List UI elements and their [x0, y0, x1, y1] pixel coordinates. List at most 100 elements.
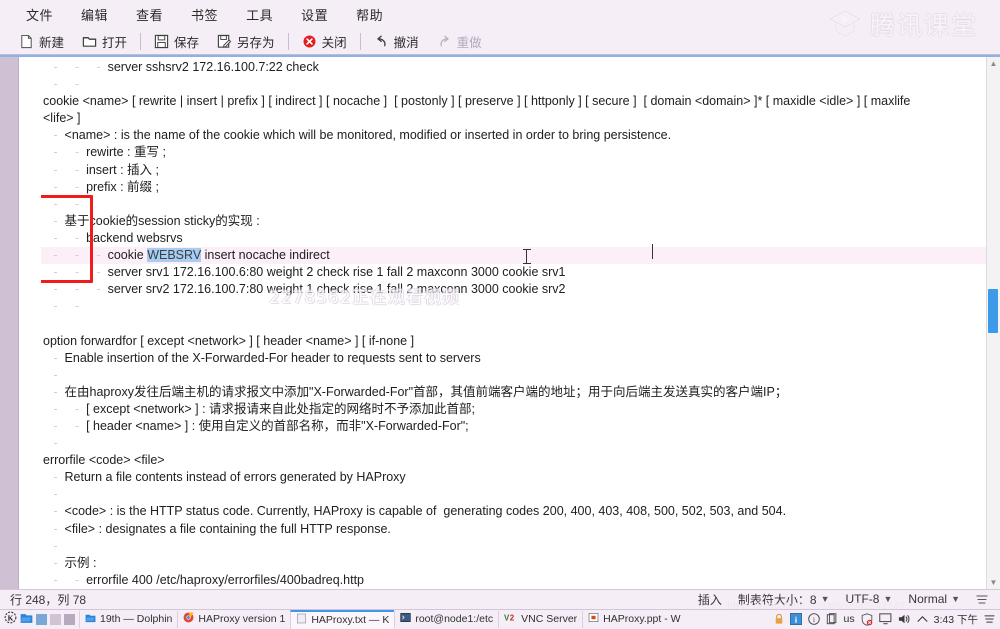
code-line[interactable]: errorfile <code> <file> — [41, 452, 986, 469]
kde-menu-icon[interactable]: K — [4, 611, 17, 627]
code-line[interactable]: - - backend websrvs — [41, 230, 986, 247]
syntax-mode-selector[interactable]: Normal ▼ — [904, 591, 964, 607]
menu-file[interactable]: 文件 — [12, 2, 67, 27]
file-manager-icon[interactable] — [20, 612, 33, 627]
code-line[interactable]: - — [41, 486, 986, 503]
menu-edit[interactable]: 编辑 — [67, 2, 122, 27]
code-line[interactable] — [41, 315, 986, 332]
code-line[interactable]: - - insert : 插入 ; — [41, 162, 986, 179]
code-line[interactable]: cookie <name> [ rewrite | insert | prefi… — [41, 93, 986, 110]
code-text: 在由haproxy发往后端主机的请求报文中添加"X-Forwarded-For"… — [64, 384, 788, 399]
save-button-label: 保存 — [174, 35, 200, 50]
display-icon[interactable] — [878, 613, 892, 625]
pager-desktop-3-icon[interactable] — [64, 613, 75, 625]
menu-view[interactable]: 查看 — [122, 2, 177, 27]
code-line[interactable]: - - - server srv1 172.16.100.6:80 weight… — [41, 264, 986, 281]
vertical-scrollbar-thumb[interactable] — [988, 289, 998, 333]
new-button[interactable]: 新建 — [10, 30, 73, 53]
close-icon — [302, 34, 317, 49]
code-text: prefix : 前缀 ; — [86, 179, 159, 194]
code-line[interactable]: - <name> : is the name of the cookie whi… — [41, 127, 986, 144]
code-text: cookie — [107, 248, 148, 263]
taskbar-menu-icon[interactable] — [984, 614, 995, 624]
open-button-label: 打开 — [102, 35, 128, 50]
tab-marker: - — [43, 470, 65, 485]
code-line[interactable]: <life> ] — [41, 110, 986, 127]
code-line[interactable]: - - [ except <network> ] : 请求报请来自此处指定的网络… — [41, 401, 986, 418]
open-button[interactable]: 打开 — [73, 30, 136, 53]
pager-desktop-2-icon[interactable] — [50, 613, 61, 625]
code-line[interactable]: - - rewirte : 重写 ; — [41, 144, 986, 161]
security-shield-icon[interactable] — [861, 613, 873, 626]
task-button-haproxy-ppt[interactable]: HAProxy.ppt - W — [582, 610, 685, 628]
chevron-down-icon: ▼ — [820, 594, 830, 605]
code-text: option forwardfor [ except <network> ] [… — [43, 333, 415, 348]
menu-help[interactable]: 帮助 — [342, 2, 397, 27]
code-line[interactable]: - 在由haproxy发往后端主机的请求报文中添加"X-Forwarded-Fo… — [41, 384, 986, 401]
code-line[interactable]: - - - cookie WEBSRV insert nocache indir… — [41, 247, 986, 265]
task-button-terminal[interactable]: root@node1:/etc — [394, 610, 498, 628]
task-label: HAProxy.txt — K — [311, 614, 390, 627]
lock-icon[interactable] — [774, 613, 784, 625]
code-text: Return a file contents instead of errors… — [64, 470, 406, 485]
code-line[interactable]: - 基于cookie的session sticky的实现 : — [41, 213, 986, 230]
code-line[interactable]: - — [41, 538, 986, 555]
scroll-down-arrow[interactable]: ▼ — [987, 577, 1000, 589]
code-line[interactable]: - - — [41, 76, 986, 93]
tab-marker: - - — [43, 162, 87, 177]
code-line[interactable]: - - — [41, 196, 986, 213]
info-badge-icon[interactable]: i — [789, 613, 802, 626]
code-line[interactable]: - — [41, 435, 986, 452]
clock[interactable]: 3:43 下午 — [934, 612, 978, 627]
code-line[interactable]: - - errorfile 400 /etc/haproxy/errorfile… — [41, 572, 986, 589]
keyboard-layout-indicator[interactable]: us — [844, 613, 855, 625]
text-area[interactable]: - - - server sshsrv2 172.16.100.7:22 che… — [41, 57, 986, 589]
code-line[interactable]: - - — [41, 298, 986, 315]
menu-tools[interactable]: 工具 — [232, 2, 287, 27]
folding-margin[interactable] — [19, 57, 41, 589]
code-text: [ except <network> ] : 请求报请来自此处指定的网络时不予添… — [86, 401, 476, 416]
code-text: insert nocache indirect — [201, 248, 330, 263]
clipboard-icon[interactable] — [826, 613, 838, 625]
code-line[interactable]: - 示例 : — [41, 555, 986, 572]
tab-marker: - — [43, 487, 65, 502]
close-button[interactable]: 关闭 — [293, 30, 356, 53]
undo-button[interactable]: 撤消 — [365, 30, 428, 53]
open-folder-icon — [82, 34, 97, 49]
insert-mode-indicator[interactable]: 插入 — [694, 590, 726, 609]
pager-desktop-1-icon[interactable] — [36, 613, 47, 625]
icon-border-gutter[interactable] — [0, 57, 19, 589]
code-line[interactable]: - <file> : designates a file containing … — [41, 521, 986, 538]
code-line[interactable]: - Enable insertion of the X-Forwarded-Fo… — [41, 350, 986, 367]
task-button-haproxy-version[interactable]: HAProxy version 1 — [177, 610, 290, 628]
task-button-dolphin[interactable]: 19th — Dolphin — [79, 610, 177, 628]
tray-expand-icon[interactable] — [917, 615, 928, 623]
task-button-haproxy-txt[interactable]: HAProxy.txt — K — [290, 609, 395, 629]
menu-settings[interactable]: 设置 — [287, 2, 342, 27]
code-line[interactable]: - Return a file contents instead of erro… — [41, 469, 986, 486]
svg-text:2: 2 — [510, 614, 515, 623]
code-line[interactable]: - - prefix : 前缀 ; — [41, 179, 986, 196]
scroll-up-arrow[interactable]: ▲ — [987, 57, 1000, 69]
volume-icon[interactable] — [898, 613, 911, 625]
code-line[interactable]: - - - server sshsrv2 172.16.100.7:22 che… — [41, 59, 986, 76]
task-button-vnc-server[interactable]: V 2 VNC Server — [498, 610, 582, 628]
toolbar-separator-2 — [287, 32, 289, 50]
tab-size-selector[interactable]: 制表符大小：8 ▼ — [734, 590, 834, 609]
code-line[interactable]: - - - server srv2 172.16.100.7:80 weight… — [41, 281, 986, 298]
menu-bookmarks[interactable]: 书签 — [177, 2, 232, 27]
notifications-icon[interactable]: i — [807, 613, 820, 626]
code-line[interactable]: option forwardfor [ except <network> ] [… — [41, 333, 986, 350]
save-as-button[interactable]: 另存为 — [208, 30, 284, 53]
code-line[interactable]: - — [41, 367, 986, 384]
vertical-scrollbar[interactable]: ▲ ▼ — [986, 57, 1000, 589]
redo-button-label: 重做 — [456, 35, 482, 50]
kwrite-window: 腾讯课堂 文件 编辑 查看 书签 工具 设置 帮助 新建 打开 保存 另存为 关… — [0, 0, 1000, 629]
encoding-selector[interactable]: UTF-8 ▼ — [841, 591, 896, 607]
svg-text:i: i — [812, 615, 814, 624]
selected-text[interactable]: WEBSRV — [147, 248, 202, 263]
save-button[interactable]: 保存 — [145, 30, 208, 53]
code-line[interactable]: - <code> : is the HTTP status code. Curr… — [41, 503, 986, 520]
taskbar-launchers: K — [0, 611, 79, 627]
code-line[interactable]: - - [ header <name> ] : 使用自定义的首部名称，而非"X-… — [41, 418, 986, 435]
